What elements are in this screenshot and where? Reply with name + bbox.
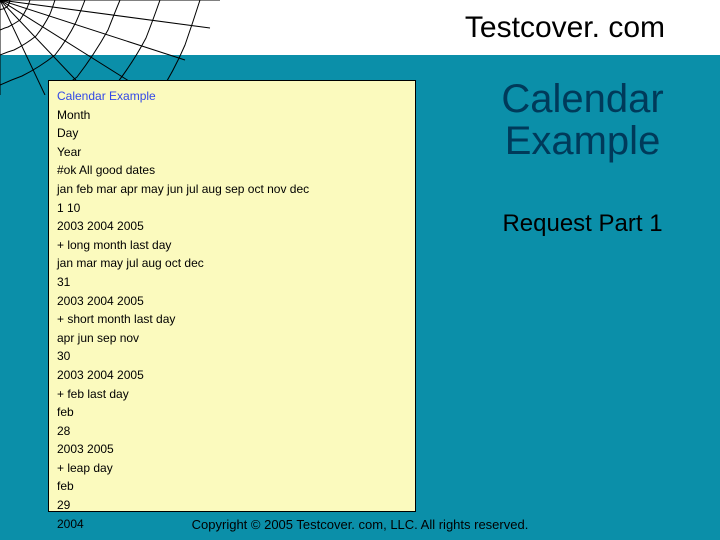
code-line: 2003 2004 2005 xyxy=(57,292,407,311)
code-line: 28 xyxy=(57,422,407,441)
code-line: + feb last day xyxy=(57,385,407,404)
slide-heading: Calendar Example xyxy=(465,78,700,162)
code-line: + short month last day xyxy=(57,310,407,329)
code-line: apr jun sep nov xyxy=(57,329,407,348)
code-line: #ok All good dates xyxy=(57,161,407,180)
code-line: 1 10 xyxy=(57,199,407,218)
code-panel: Calendar Example Month Day Year #ok All … xyxy=(48,80,416,512)
code-line: + leap day xyxy=(57,459,407,478)
code-line: 2003 2004 2005 xyxy=(57,217,407,236)
slide-subheading: Request Part 1 xyxy=(460,210,705,238)
code-line: feb xyxy=(57,403,407,422)
code-line: + long month last day xyxy=(57,236,407,255)
code-line: Month xyxy=(57,106,407,125)
heading-line-1: Calendar xyxy=(501,77,663,121)
code-title: Calendar Example xyxy=(57,87,407,106)
code-line: 2004 xyxy=(57,515,407,534)
code-line: 2003 2005 xyxy=(57,440,407,459)
code-line: Day xyxy=(57,124,407,143)
code-line: Year xyxy=(57,143,407,162)
heading-line-2: Example xyxy=(505,119,661,163)
site-title: Testcover. com xyxy=(465,11,665,45)
code-line: 31 xyxy=(57,273,407,292)
code-line: 29 xyxy=(57,496,407,515)
code-line: jan mar may jul aug oct dec xyxy=(57,254,407,273)
code-line: 2003 2004 2005 xyxy=(57,366,407,385)
code-line: jan feb mar apr may jun jul aug sep oct … xyxy=(57,180,407,199)
code-line: 30 xyxy=(57,347,407,366)
code-line: feb xyxy=(57,477,407,496)
